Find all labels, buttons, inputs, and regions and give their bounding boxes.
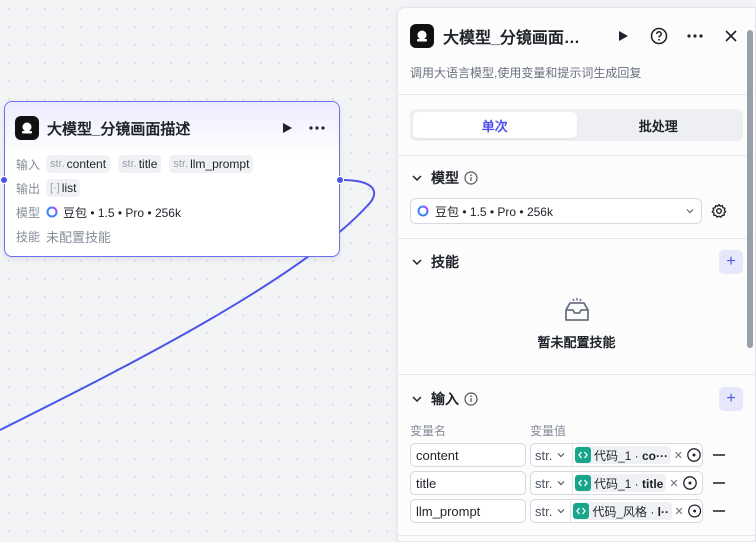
info-icon[interactable]	[464, 392, 478, 406]
type-select[interactable]: str.	[531, 500, 572, 522]
variable-value-field[interactable]: str. 代码_风格 · l··· ✕	[530, 499, 703, 523]
skills-empty-text: 暂未配置技能	[537, 335, 616, 350]
node-title: 大模型_分镜画面描述	[47, 120, 191, 138]
node-input-label: 输入	[16, 157, 41, 172]
remove-reference-icon[interactable]: ✕	[669, 477, 678, 490]
llm-node-card[interactable]: 大模型_分镜画面描述 输入 str. content str. title str.…	[0, 101, 344, 257]
skills-section: 技能 + 暂未配置技能	[398, 239, 755, 374]
output-port[interactable]	[336, 176, 344, 184]
tab-single[interactable]: 单次	[413, 112, 577, 138]
input-section: 输入 + 变量名 变量值 content str. 代码_1 · co··· ✕…	[398, 375, 755, 525]
add-input-button[interactable]: +	[719, 387, 743, 411]
input-section-title: 输入	[431, 391, 459, 407]
more-icon[interactable]	[305, 116, 329, 140]
remove-reference-icon[interactable]: ✕	[674, 449, 683, 462]
input-row: llm_prompt str. 代码_风格 · l··· ✕	[410, 497, 743, 525]
remove-input-button[interactable]	[713, 510, 725, 512]
input-port[interactable]	[0, 176, 8, 184]
divider	[398, 94, 755, 95]
model-select-value: 豆包 • 1.5 • Pro • 256k	[435, 204, 553, 219]
code-node-icon	[574, 447, 591, 463]
variable-name-input[interactable]: title	[410, 471, 526, 495]
target-icon[interactable]	[687, 503, 702, 519]
variable-reference-tag[interactable]: 代码_1 · co···	[574, 446, 671, 464]
model-section: 模型 豆包 • 1.5 • Pro • 256k	[398, 156, 755, 224]
llm-logo-icon	[410, 24, 434, 48]
model-section-title: 模型	[431, 170, 459, 186]
chevron-down-icon	[557, 509, 565, 514]
skills-section-header[interactable]: 技能 +	[410, 242, 743, 282]
output-chip: [⁠·⁠] list	[46, 179, 81, 197]
input-section-header[interactable]: 输入 +	[410, 379, 743, 419]
model-select[interactable]: 豆包 • 1.5 • Pro • 256k	[410, 198, 702, 224]
node-skill-value: 未配置技能	[46, 229, 112, 245]
add-skill-button[interactable]: +	[719, 250, 743, 274]
type-select[interactable]: str.	[531, 444, 573, 466]
input-chip: str. llm_prompt	[169, 155, 254, 173]
node-output-label: 输出	[16, 181, 41, 196]
node-model-label: 模型	[16, 205, 41, 220]
skills-empty-state: 暂未配置技能	[410, 282, 743, 374]
chevron-down-icon[interactable]	[410, 255, 424, 269]
input-chip: str. title	[118, 155, 162, 173]
panel-title[interactable]: 大模型_分镜画面…	[443, 24, 599, 48]
variable-value-field[interactable]: str. 代码_1 · co··· ✕	[530, 443, 703, 467]
node-header: 大模型_分镜画面描述	[5, 102, 339, 154]
empty-box-icon	[564, 298, 589, 321]
divider	[398, 535, 755, 536]
node-inputs-row: 输入 str. content str. title str. llm_prompt	[5, 152, 339, 176]
chevron-down-icon	[557, 481, 565, 486]
variable-value-field[interactable]: str. 代码_1 · title ✕	[530, 471, 703, 495]
variable-name-input[interactable]: llm_prompt	[410, 499, 526, 523]
target-icon[interactable]	[682, 475, 698, 491]
input-row: title str. 代码_1 · title ✕	[410, 469, 743, 497]
skills-section-title: 技能	[431, 254, 459, 270]
chevron-down-icon	[686, 209, 694, 214]
close-icon[interactable]	[719, 24, 743, 48]
panel-description: 调用大语言模型,使用变量和提示词生成回复	[410, 66, 642, 80]
mode-tabs: 单次 批处理	[410, 109, 743, 141]
run-icon[interactable]	[275, 116, 299, 140]
remove-reference-icon[interactable]: ✕	[675, 505, 684, 518]
target-icon[interactable]	[686, 447, 702, 463]
tab-batch[interactable]: 批处理	[577, 112, 741, 138]
variable-reference-tag[interactable]: 代码_风格 · l···	[573, 502, 672, 520]
run-icon[interactable]	[611, 24, 635, 48]
chevron-down-icon	[557, 453, 565, 458]
panel-scrollbar[interactable]	[747, 30, 753, 348]
chevron-down-icon[interactable]	[410, 171, 424, 185]
variable-name-input[interactable]: content	[410, 443, 526, 467]
col-variable-value: 变量值	[530, 423, 567, 438]
help-icon[interactable]	[647, 24, 671, 48]
node-model-row: 模型 豆包 • 1.5 • Pro • 256k	[5, 200, 339, 224]
panel-header: 大模型_分镜画面…	[398, 8, 755, 64]
input-row: content str. 代码_1 · co··· ✕	[410, 441, 743, 469]
code-node-icon	[573, 503, 590, 519]
node-output-row: 输出 [⁠·⁠] list	[5, 176, 339, 200]
gear-icon[interactable]	[710, 202, 728, 220]
node-skill-label: 技能	[16, 229, 41, 244]
code-node-icon	[575, 475, 591, 491]
info-icon[interactable]	[464, 171, 478, 185]
doubao-logo-icon	[417, 205, 429, 217]
node-skill-row: 技能 未配置技能	[5, 224, 339, 248]
node-model-value: 豆包 • 1.5 • Pro • 256k	[63, 205, 181, 220]
model-section-header[interactable]: 模型	[410, 158, 743, 198]
type-select[interactable]: str.	[531, 472, 573, 494]
variable-reference-tag[interactable]: 代码_1 · title	[575, 474, 667, 492]
chevron-down-icon[interactable]	[410, 392, 424, 406]
doubao-logo-icon	[46, 206, 58, 218]
input-chip: str. content	[46, 155, 111, 173]
input-column-headers: 变量名 变量值	[410, 419, 743, 441]
llm-logo-icon	[15, 116, 39, 140]
col-variable-name: 变量名	[410, 423, 447, 438]
remove-input-button[interactable]	[713, 454, 725, 456]
node-config-panel: 大模型_分镜画面… 调用大语言模型,使用变量和提示词生成回复 单次 批处理 模型…	[397, 7, 756, 542]
remove-input-button[interactable]	[713, 482, 725, 484]
more-icon[interactable]	[683, 24, 707, 48]
